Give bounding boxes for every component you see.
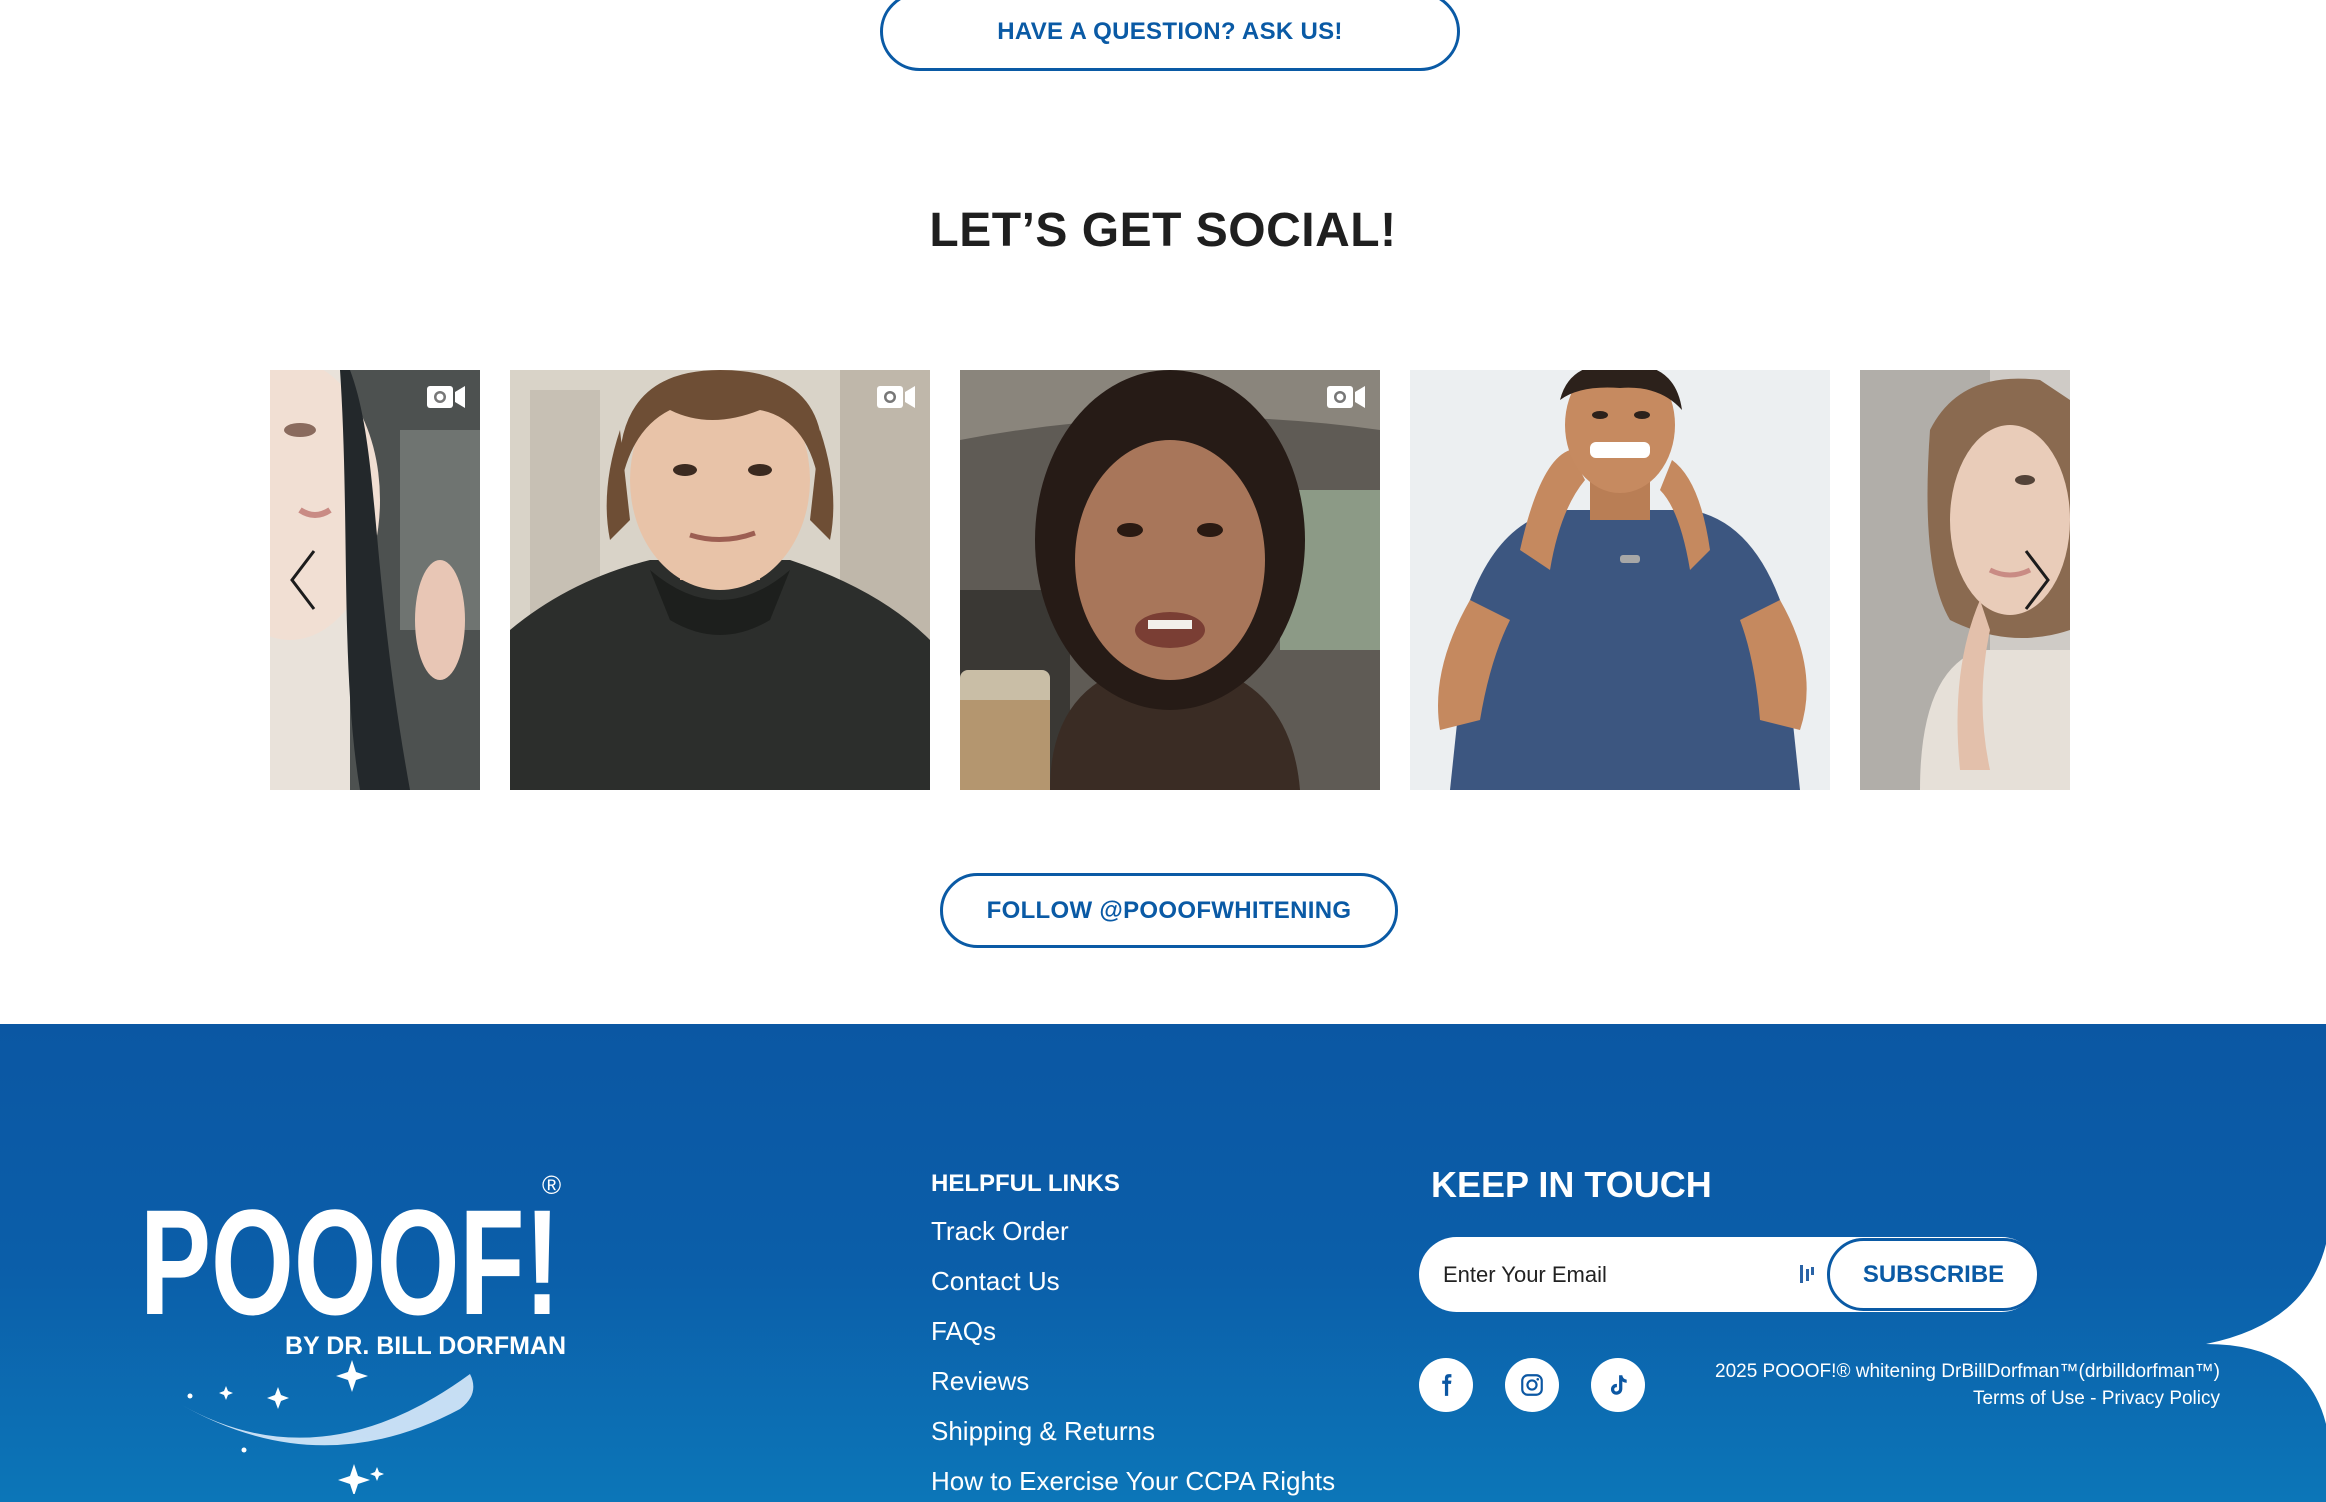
- terms-of-use-link[interactable]: Terms of Use: [1973, 1388, 2085, 1409]
- social-post-tile[interactable]: [510, 370, 930, 790]
- legal-links: Terms of Use - Privacy Policy: [1715, 1385, 2220, 1412]
- social-carousel: [270, 370, 2070, 790]
- helpful-links-heading: HELPFUL LINKS: [931, 1170, 1120, 1197]
- follow-instagram-button[interactable]: FOLLOW @POOOFWHITENING: [940, 873, 1398, 948]
- social-icons-row: [1419, 1358, 1645, 1412]
- footer-link-contact-us[interactable]: Contact Us: [931, 1265, 1335, 1315]
- footer-link-reviews[interactable]: Reviews: [931, 1365, 1335, 1415]
- facebook-icon: [1442, 1374, 1452, 1396]
- social-post-image: [960, 370, 1380, 790]
- page: HAVE A QUESTION? ASK US! LET’S GET SOCIA…: [0, 0, 2326, 1502]
- video-icon: [1327, 386, 1365, 408]
- helpful-links-list: Track Order Contact Us FAQs Reviews Ship…: [931, 1215, 1335, 1502]
- footer-link-ccpa-rights[interactable]: How to Exercise Your CCPA Rights: [931, 1465, 1335, 1502]
- carousel-prev-arrow-icon[interactable]: [284, 545, 324, 615]
- social-post-image: [510, 370, 930, 790]
- svg-text:®: ®: [542, 1170, 561, 1200]
- footer-link-track-order[interactable]: Track Order: [931, 1215, 1335, 1265]
- newsletter-email-input[interactable]: [1443, 1255, 1763, 1295]
- footer-link-shipping-returns[interactable]: Shipping & Returns: [931, 1415, 1335, 1465]
- brand-logo-tagline: BY DR. BILL DORFMAN: [285, 1332, 566, 1360]
- social-section-title: LET’S GET SOCIAL!: [929, 204, 1397, 257]
- legal-separator: -: [2084, 1388, 2102, 1409]
- password-manager-icon[interactable]: [1799, 1263, 1815, 1285]
- video-icon: [877, 386, 915, 408]
- decorative-wave: [2206, 1244, 2326, 1424]
- video-icon: [427, 386, 465, 408]
- keep-in-touch-heading: KEEP IN TOUCH: [1431, 1164, 1712, 1205]
- brand-logo[interactable]: POOOF! ® BY DR. BILL DORFMAN: [140, 1164, 580, 1494]
- social-post-tile[interactable]: [1410, 370, 1830, 790]
- brand-logo-wordmark: POOOF!: [140, 1178, 560, 1346]
- privacy-policy-link[interactable]: Privacy Policy: [2102, 1388, 2220, 1409]
- carousel-next-arrow-icon[interactable]: [2016, 545, 2056, 615]
- tiktok-link[interactable]: [1591, 1358, 1645, 1412]
- footer-link-faqs[interactable]: FAQs: [931, 1315, 1335, 1365]
- social-post-tile[interactable]: [960, 370, 1380, 790]
- subscribe-button[interactable]: SUBSCRIBE: [1827, 1238, 2040, 1311]
- facebook-link[interactable]: [1419, 1358, 1473, 1412]
- social-post-image: [1410, 370, 1830, 790]
- instagram-link[interactable]: [1505, 1358, 1559, 1412]
- site-footer: POOOF! ® BY DR. BILL DORFMAN HELPFUL LIN…: [0, 1024, 2326, 1502]
- tiktok-icon: [1610, 1375, 1627, 1395]
- copyright-text: 2025 POOOF!® whitening DrBillDorfman™(dr…: [1715, 1361, 2220, 1382]
- copyright-block: 2025 POOOF!® whitening DrBillDorfman™(dr…: [1715, 1358, 2220, 1412]
- instagram-icon: [1521, 1374, 1543, 1396]
- ask-question-button[interactable]: HAVE A QUESTION? ASK US!: [880, 0, 1460, 71]
